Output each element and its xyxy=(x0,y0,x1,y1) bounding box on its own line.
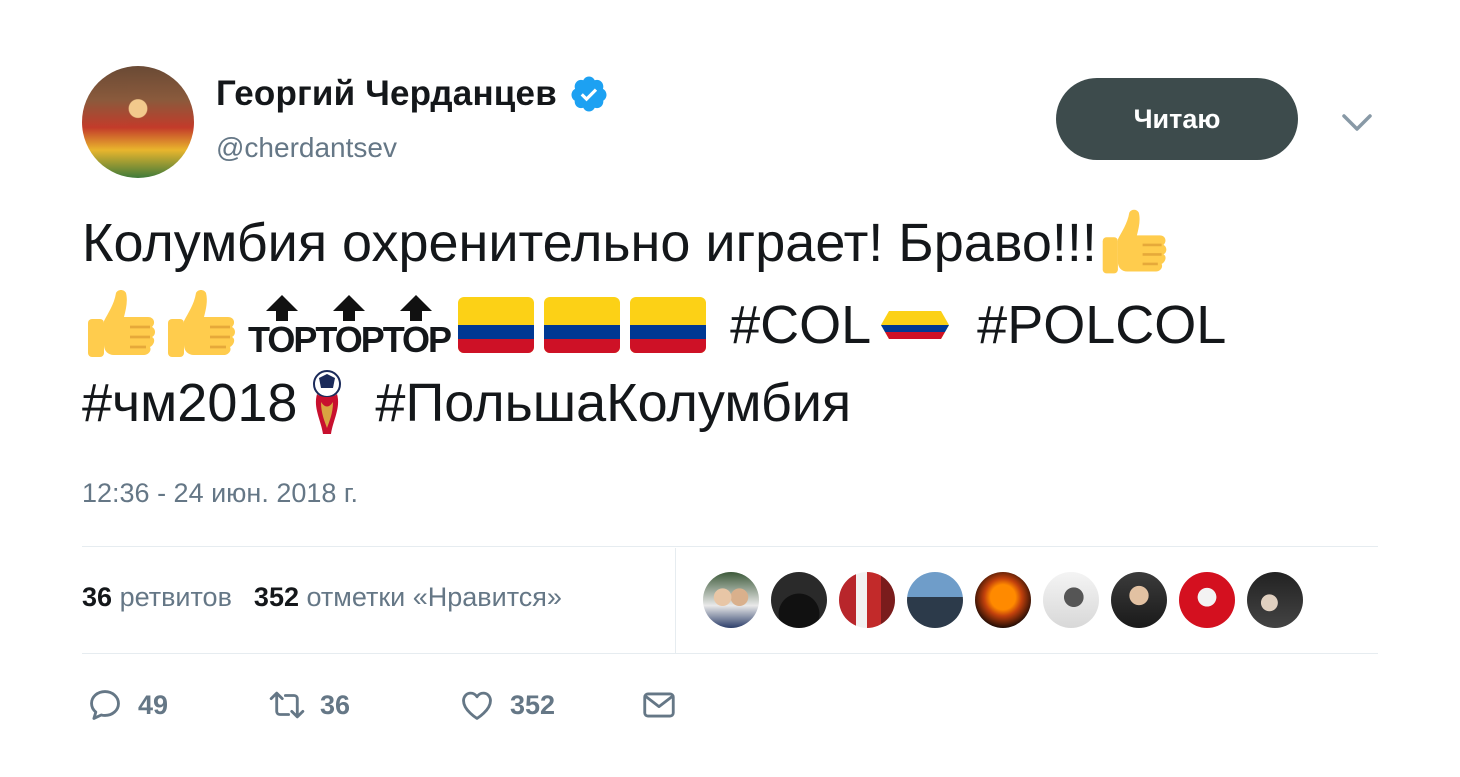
reply-count: 49 xyxy=(138,689,169,720)
tweet-timestamp[interactable]: 12:36 - 24 июн. 2018 г. xyxy=(82,478,358,509)
thumbs-up-icon xyxy=(1102,209,1167,274)
reply-icon xyxy=(90,690,120,720)
author-name[interactable]: Георгий Черданцев xyxy=(216,74,557,114)
liker-avatar[interactable] xyxy=(907,572,963,628)
divider-vertical xyxy=(675,548,676,653)
hashtag-col[interactable]: #COL xyxy=(730,286,871,364)
colombia-hashflag-icon xyxy=(881,311,950,339)
liker-avatar[interactable] xyxy=(839,572,895,628)
tweet-stats: 36 ретвитов 352 отметки «Нравится» xyxy=(82,582,562,613)
author-avatar[interactable] xyxy=(82,66,194,178)
reply-button[interactable]: 49 xyxy=(86,686,268,724)
top-label: TOP xyxy=(248,319,317,360)
colombia-flag-icon xyxy=(630,297,707,353)
top-arrow-icon: TOP xyxy=(382,293,452,360)
direct-message-button[interactable] xyxy=(640,686,678,724)
liker-avatar[interactable] xyxy=(1111,572,1167,628)
like-count: 352 xyxy=(510,689,556,720)
author-name-row[interactable]: Георгий Черданцев xyxy=(216,74,609,114)
liker-avatar[interactable] xyxy=(703,572,759,628)
colombia-flag-icon xyxy=(544,297,621,353)
divider-bottom xyxy=(82,653,1378,654)
retweets-label: ретвитов xyxy=(119,582,232,612)
retweet-icon xyxy=(269,691,305,719)
retweet-count: 36 xyxy=(320,689,351,720)
likes-count: 352 xyxy=(253,582,299,612)
tweet-text-main: Колумбия охренительно играет! Браво!!! xyxy=(82,213,1097,273)
retweet-button[interactable]: 36 xyxy=(268,686,458,724)
tweet-line-3: #чм2018 #ПольшаКолумбия xyxy=(82,364,1382,442)
world-cup-logo-icon xyxy=(313,370,342,434)
divider-top xyxy=(82,546,1378,547)
tweet-actions: 49 36 352 xyxy=(86,686,678,724)
liker-avatar[interactable] xyxy=(1179,572,1235,628)
author-handle[interactable]: @cherdantsev xyxy=(216,132,397,164)
liker-avatar[interactable] xyxy=(1043,572,1099,628)
likes-label: отметки «Нравится» xyxy=(306,582,562,612)
heart-icon xyxy=(462,691,492,720)
like-button[interactable]: 352 xyxy=(458,686,640,724)
thumbs-up-icon xyxy=(168,290,235,357)
colombia-flag-icon xyxy=(458,297,535,353)
liker-avatar[interactable] xyxy=(771,572,827,628)
verified-badge-icon xyxy=(571,76,607,112)
following-button[interactable]: Читаю xyxy=(1056,78,1298,160)
top-label: TOP xyxy=(315,319,384,360)
liker-avatar[interactable] xyxy=(975,572,1031,628)
liker-avatar[interactable] xyxy=(1247,572,1303,628)
liker-avatars xyxy=(703,572,1303,628)
hashtag-polsha-kolumbia[interactable]: #ПольшаКолумбия xyxy=(375,364,851,442)
top-label: TOP xyxy=(382,319,452,360)
hashtag-wc2018[interactable]: #чм2018 xyxy=(82,364,297,442)
thumbs-up-icon xyxy=(88,290,155,357)
chevron-down-icon[interactable] xyxy=(1338,106,1376,138)
top-arrow-icon: TOP xyxy=(315,293,385,360)
envelope-icon xyxy=(643,692,675,718)
tweet-line-1: Колумбия охренительно играет! Браво!!! xyxy=(82,204,1382,282)
retweets-count: 36 xyxy=(82,582,113,612)
top-arrow-icon: TOP xyxy=(248,293,317,360)
hashtag-polcol[interactable]: #POLCOL xyxy=(977,286,1226,364)
tweet-text: Колумбия охренительно играет! Браво!!! T… xyxy=(82,204,1382,442)
likes-stat[interactable]: 352 отметки «Нравится» xyxy=(254,582,562,613)
retweets-stat[interactable]: 36 ретвитов xyxy=(82,582,232,613)
tweet-line-2: TOP TOP TOP #COL #POLCOL xyxy=(82,286,1382,364)
